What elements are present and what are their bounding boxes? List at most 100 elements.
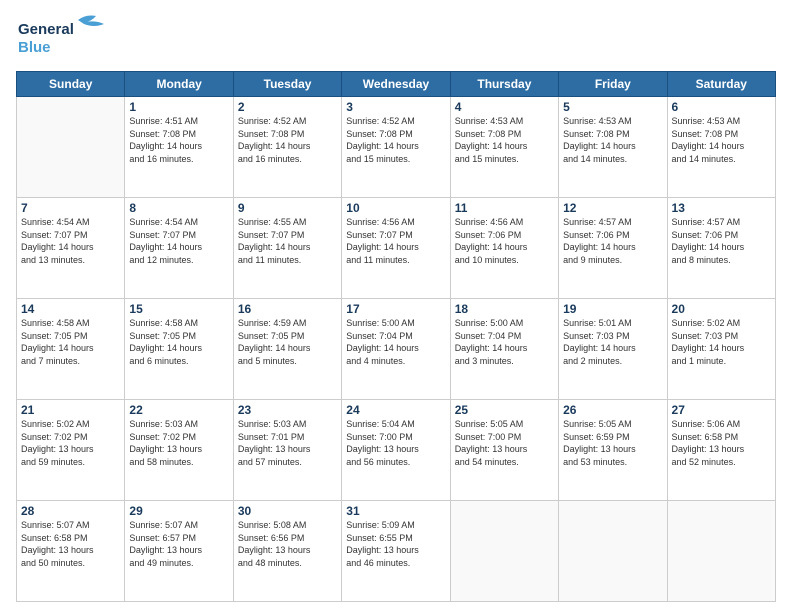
day-cell-12: 12Sunrise: 4:57 AM Sunset: 7:06 PM Dayli… [559, 198, 667, 299]
empty-cell [17, 97, 125, 198]
day-info: Sunrise: 4:56 AM Sunset: 7:07 PM Dayligh… [346, 216, 445, 266]
day-number: 3 [346, 100, 445, 114]
day-info: Sunrise: 5:09 AM Sunset: 6:55 PM Dayligh… [346, 519, 445, 569]
day-info: Sunrise: 4:55 AM Sunset: 7:07 PM Dayligh… [238, 216, 337, 266]
day-info: Sunrise: 4:52 AM Sunset: 7:08 PM Dayligh… [238, 115, 337, 165]
day-info: Sunrise: 4:54 AM Sunset: 7:07 PM Dayligh… [129, 216, 228, 266]
svg-text:Blue: Blue [18, 39, 51, 56]
day-cell-9: 9Sunrise: 4:55 AM Sunset: 7:07 PM Daylig… [233, 198, 341, 299]
page: General Blue SundayMondayTuesdayWednesda… [0, 0, 792, 612]
day-info: Sunrise: 5:02 AM Sunset: 7:02 PM Dayligh… [21, 418, 120, 468]
day-info: Sunrise: 5:07 AM Sunset: 6:58 PM Dayligh… [21, 519, 120, 569]
day-number: 5 [563, 100, 662, 114]
day-cell-14: 14Sunrise: 4:58 AM Sunset: 7:05 PM Dayli… [17, 299, 125, 400]
week-row-5: 28Sunrise: 5:07 AM Sunset: 6:58 PM Dayli… [17, 501, 776, 602]
day-cell-19: 19Sunrise: 5:01 AM Sunset: 7:03 PM Dayli… [559, 299, 667, 400]
day-number: 21 [21, 403, 120, 417]
day-info: Sunrise: 4:52 AM Sunset: 7:08 PM Dayligh… [346, 115, 445, 165]
weekday-header-monday: Monday [125, 72, 233, 97]
day-cell-5: 5Sunrise: 4:53 AM Sunset: 7:08 PM Daylig… [559, 97, 667, 198]
day-number: 14 [21, 302, 120, 316]
day-number: 20 [672, 302, 771, 316]
day-info: Sunrise: 5:02 AM Sunset: 7:03 PM Dayligh… [672, 317, 771, 367]
week-row-1: 1Sunrise: 4:51 AM Sunset: 7:08 PM Daylig… [17, 97, 776, 198]
day-number: 23 [238, 403, 337, 417]
day-number: 26 [563, 403, 662, 417]
day-cell-17: 17Sunrise: 5:00 AM Sunset: 7:04 PM Dayli… [342, 299, 450, 400]
day-cell-1: 1Sunrise: 4:51 AM Sunset: 7:08 PM Daylig… [125, 97, 233, 198]
week-row-4: 21Sunrise: 5:02 AM Sunset: 7:02 PM Dayli… [17, 400, 776, 501]
day-cell-20: 20Sunrise: 5:02 AM Sunset: 7:03 PM Dayli… [667, 299, 775, 400]
day-cell-16: 16Sunrise: 4:59 AM Sunset: 7:05 PM Dayli… [233, 299, 341, 400]
day-number: 31 [346, 504, 445, 518]
day-info: Sunrise: 4:59 AM Sunset: 7:05 PM Dayligh… [238, 317, 337, 367]
day-number: 15 [129, 302, 228, 316]
day-number: 2 [238, 100, 337, 114]
week-row-3: 14Sunrise: 4:58 AM Sunset: 7:05 PM Dayli… [17, 299, 776, 400]
day-cell-10: 10Sunrise: 4:56 AM Sunset: 7:07 PM Dayli… [342, 198, 450, 299]
day-number: 28 [21, 504, 120, 518]
day-cell-2: 2Sunrise: 4:52 AM Sunset: 7:08 PM Daylig… [233, 97, 341, 198]
day-cell-13: 13Sunrise: 4:57 AM Sunset: 7:06 PM Dayli… [667, 198, 775, 299]
day-info: Sunrise: 5:04 AM Sunset: 7:00 PM Dayligh… [346, 418, 445, 468]
weekday-header-saturday: Saturday [667, 72, 775, 97]
day-info: Sunrise: 5:03 AM Sunset: 7:01 PM Dayligh… [238, 418, 337, 468]
day-info: Sunrise: 4:56 AM Sunset: 7:06 PM Dayligh… [455, 216, 554, 266]
week-row-2: 7Sunrise: 4:54 AM Sunset: 7:07 PM Daylig… [17, 198, 776, 299]
day-cell-31: 31Sunrise: 5:09 AM Sunset: 6:55 PM Dayli… [342, 501, 450, 602]
day-info: Sunrise: 4:53 AM Sunset: 7:08 PM Dayligh… [563, 115, 662, 165]
day-info: Sunrise: 5:00 AM Sunset: 7:04 PM Dayligh… [346, 317, 445, 367]
day-number: 7 [21, 201, 120, 215]
day-number: 24 [346, 403, 445, 417]
weekday-header-sunday: Sunday [17, 72, 125, 97]
day-cell-3: 3Sunrise: 4:52 AM Sunset: 7:08 PM Daylig… [342, 97, 450, 198]
empty-cell [450, 501, 558, 602]
day-info: Sunrise: 4:53 AM Sunset: 7:08 PM Dayligh… [455, 115, 554, 165]
empty-cell [667, 501, 775, 602]
day-info: Sunrise: 4:57 AM Sunset: 7:06 PM Dayligh… [672, 216, 771, 266]
day-info: Sunrise: 5:03 AM Sunset: 7:02 PM Dayligh… [129, 418, 228, 468]
day-info: Sunrise: 5:08 AM Sunset: 6:56 PM Dayligh… [238, 519, 337, 569]
day-number: 16 [238, 302, 337, 316]
day-cell-15: 15Sunrise: 4:58 AM Sunset: 7:05 PM Dayli… [125, 299, 233, 400]
day-number: 25 [455, 403, 554, 417]
day-number: 27 [672, 403, 771, 417]
day-info: Sunrise: 5:05 AM Sunset: 6:59 PM Dayligh… [563, 418, 662, 468]
day-cell-24: 24Sunrise: 5:04 AM Sunset: 7:00 PM Dayli… [342, 400, 450, 501]
day-info: Sunrise: 4:51 AM Sunset: 7:08 PM Dayligh… [129, 115, 228, 165]
day-info: Sunrise: 4:53 AM Sunset: 7:08 PM Dayligh… [672, 115, 771, 165]
day-number: 13 [672, 201, 771, 215]
day-cell-26: 26Sunrise: 5:05 AM Sunset: 6:59 PM Dayli… [559, 400, 667, 501]
day-info: Sunrise: 5:00 AM Sunset: 7:04 PM Dayligh… [455, 317, 554, 367]
day-cell-22: 22Sunrise: 5:03 AM Sunset: 7:02 PM Dayli… [125, 400, 233, 501]
empty-cell [559, 501, 667, 602]
weekday-header-tuesday: Tuesday [233, 72, 341, 97]
day-cell-27: 27Sunrise: 5:06 AM Sunset: 6:58 PM Dayli… [667, 400, 775, 501]
day-number: 19 [563, 302, 662, 316]
day-number: 22 [129, 403, 228, 417]
day-info: Sunrise: 4:58 AM Sunset: 7:05 PM Dayligh… [129, 317, 228, 367]
day-cell-18: 18Sunrise: 5:00 AM Sunset: 7:04 PM Dayli… [450, 299, 558, 400]
day-number: 4 [455, 100, 554, 114]
day-info: Sunrise: 4:57 AM Sunset: 7:06 PM Dayligh… [563, 216, 662, 266]
day-number: 11 [455, 201, 554, 215]
day-info: Sunrise: 4:58 AM Sunset: 7:05 PM Dayligh… [21, 317, 120, 367]
day-number: 18 [455, 302, 554, 316]
svg-text:General: General [18, 21, 74, 38]
day-info: Sunrise: 5:07 AM Sunset: 6:57 PM Dayligh… [129, 519, 228, 569]
day-number: 6 [672, 100, 771, 114]
day-info: Sunrise: 5:01 AM Sunset: 7:03 PM Dayligh… [563, 317, 662, 367]
day-info: Sunrise: 4:54 AM Sunset: 7:07 PM Dayligh… [21, 216, 120, 266]
weekday-header-friday: Friday [559, 72, 667, 97]
calendar-table: SundayMondayTuesdayWednesdayThursdayFrid… [16, 71, 776, 602]
day-cell-28: 28Sunrise: 5:07 AM Sunset: 6:58 PM Dayli… [17, 501, 125, 602]
day-cell-30: 30Sunrise: 5:08 AM Sunset: 6:56 PM Dayli… [233, 501, 341, 602]
day-number: 8 [129, 201, 228, 215]
day-number: 12 [563, 201, 662, 215]
day-cell-29: 29Sunrise: 5:07 AM Sunset: 6:57 PM Dayli… [125, 501, 233, 602]
day-cell-7: 7Sunrise: 4:54 AM Sunset: 7:07 PM Daylig… [17, 198, 125, 299]
day-cell-25: 25Sunrise: 5:05 AM Sunset: 7:00 PM Dayli… [450, 400, 558, 501]
day-number: 1 [129, 100, 228, 114]
weekday-header-row: SundayMondayTuesdayWednesdayThursdayFrid… [17, 72, 776, 97]
day-cell-8: 8Sunrise: 4:54 AM Sunset: 7:07 PM Daylig… [125, 198, 233, 299]
